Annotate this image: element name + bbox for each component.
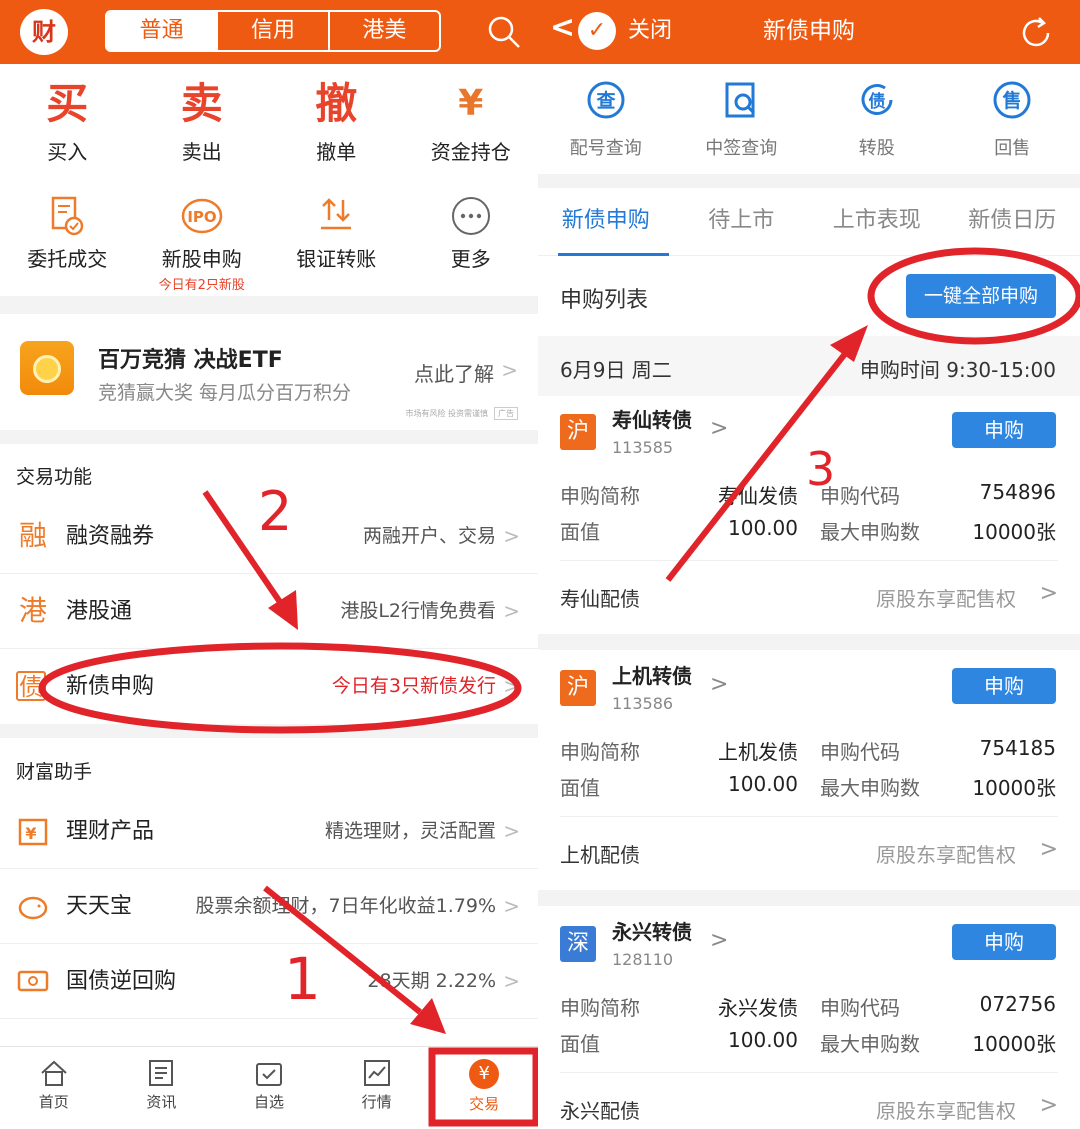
highlight-ellipse xyxy=(38,642,522,734)
annotation-step-1: 1 xyxy=(284,945,321,1013)
annotation-step-2: 2 xyxy=(258,480,293,543)
arrowhead xyxy=(410,998,446,1034)
highlight-ellipse xyxy=(867,247,1080,345)
annotation-overlay-right xyxy=(665,247,1080,582)
annotation-overlay-left xyxy=(38,490,538,1127)
arrowhead xyxy=(830,325,868,362)
highlight-box xyxy=(428,1047,538,1127)
right-screen: < ✓ 关闭 新债申购 查 配号查询 中签查询 债 转股 售 回售 新债申购 待… xyxy=(538,0,1080,1129)
annotation-step-3: 3 xyxy=(806,442,836,496)
